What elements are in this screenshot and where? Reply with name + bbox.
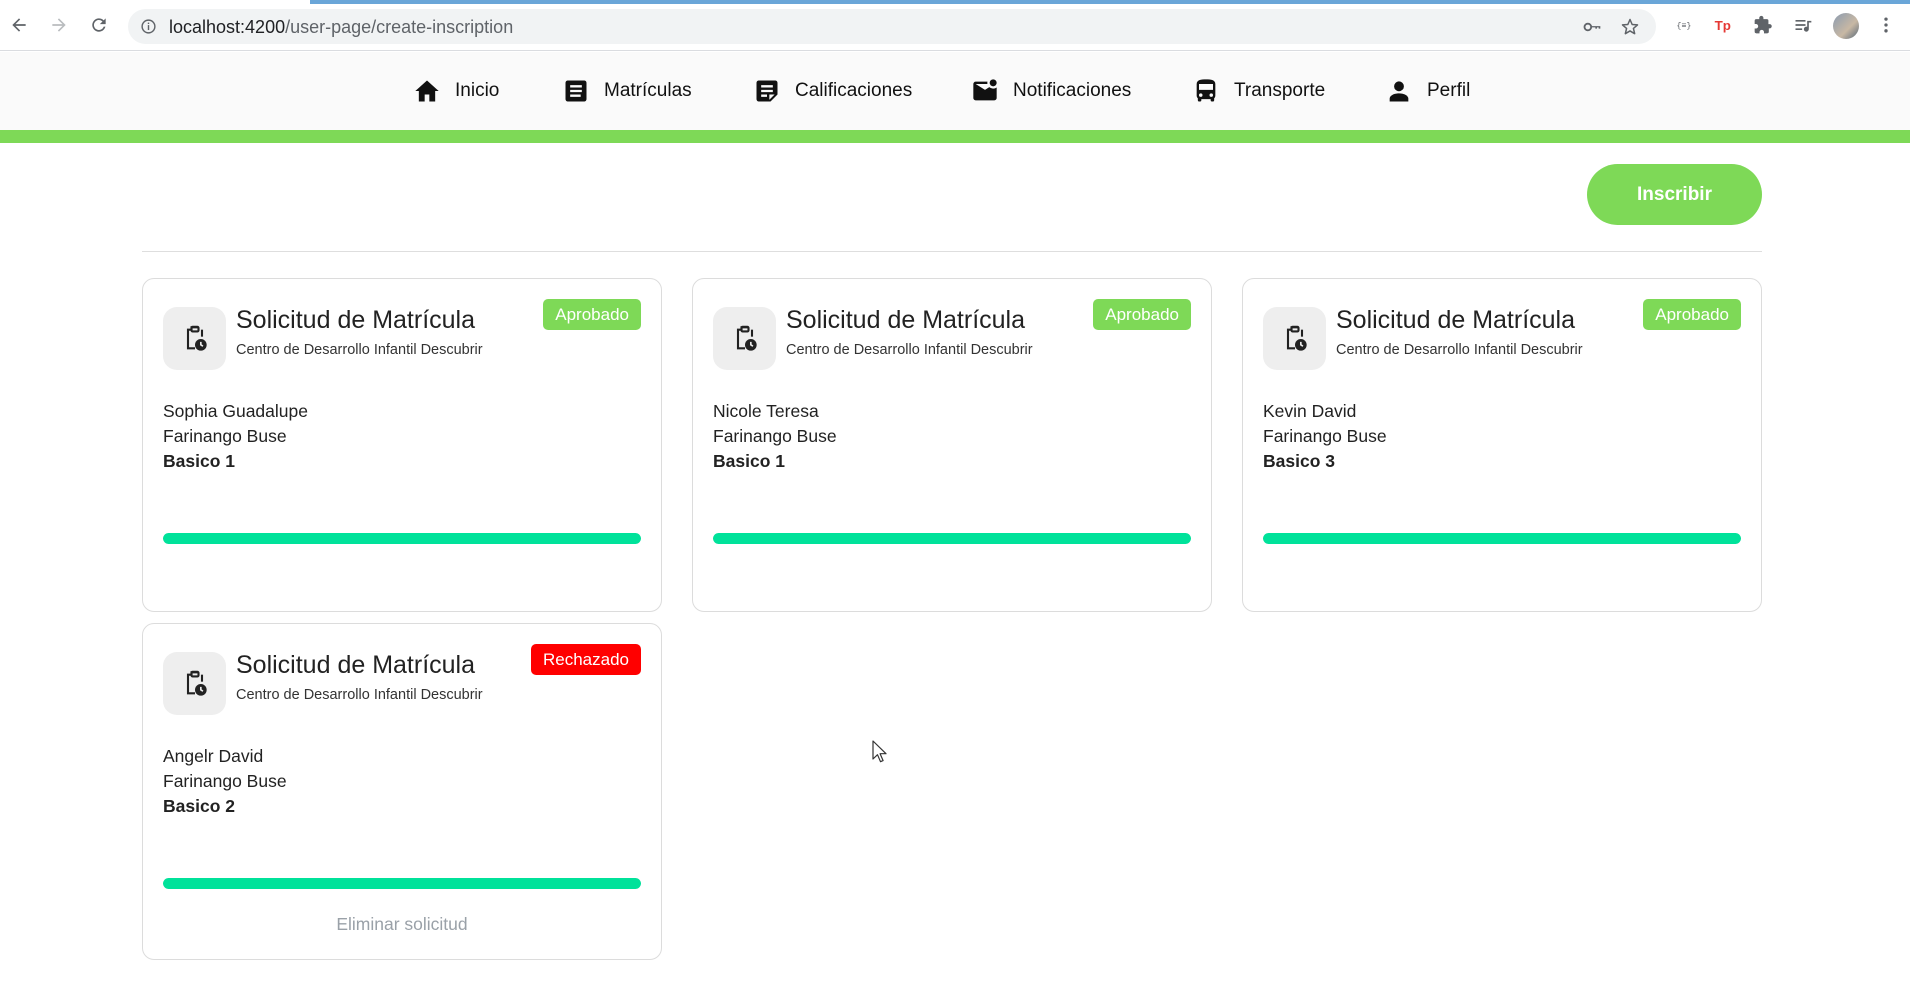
nav-item-matriculas[interactable]: Matrículas	[562, 75, 692, 107]
card-subtitle: Centro de Desarrollo Infantil Descubrir	[236, 687, 483, 703]
nav-item-label: Matrículas	[604, 80, 692, 101]
student-first-names: Sophia Guadalupe	[163, 401, 308, 421]
progress-bar	[713, 533, 1191, 544]
status-badge: Aprobado	[1643, 299, 1741, 330]
student-last-names: Farinango Buse	[163, 426, 287, 446]
card-title: Solicitud de Matrícula	[786, 306, 1026, 334]
mouse-cursor-icon	[872, 740, 887, 763]
status-badge: Aprobado	[543, 299, 641, 330]
clipboard-clock-icon	[163, 652, 226, 715]
tp-extension-icon[interactable]: Tp	[1713, 15, 1733, 35]
clipboard-clock-icon	[713, 307, 776, 370]
profile-avatar[interactable]	[1833, 13, 1859, 39]
reload-icon[interactable]	[88, 14, 110, 36]
card-subtitle: Centro de Desarrollo Infantil Descubrir	[1336, 342, 1583, 358]
address-bar[interactable]: localhost:4200/user-page/create-inscript…	[128, 9, 1656, 44]
key-icon[interactable]	[1582, 17, 1602, 37]
page-load-bar	[310, 0, 1910, 4]
media-queue-icon[interactable]	[1793, 15, 1813, 35]
inscription-card: Solicitud de Matrícula Centro de Desarro…	[1242, 278, 1762, 612]
nav-item-label: Inicio	[455, 80, 500, 101]
card-title: Solicitud de Matrícula	[1336, 306, 1576, 334]
nav-item-perfil[interactable]: Perfil	[1385, 75, 1470, 107]
nav-item-label: Notificaciones	[1013, 80, 1132, 101]
student-first-names: Angelr David	[163, 746, 264, 766]
info-icon[interactable]	[140, 18, 157, 35]
student-first-names: Nicole Teresa	[713, 401, 819, 421]
status-badge: Aprobado	[1093, 299, 1191, 330]
extensions-puzzle-icon[interactable]	[1753, 15, 1773, 35]
progress-bar	[163, 878, 641, 889]
student-level: Basico 1	[163, 451, 235, 471]
clipboard-clock-icon	[1263, 307, 1326, 370]
url-text[interactable]: localhost:4200/user-page/create-inscript…	[169, 17, 513, 38]
progress-fill	[163, 878, 641, 889]
student-last-names: Farinango Buse	[1263, 426, 1387, 446]
nav-item-notificaciones[interactable]: Notificaciones	[971, 75, 1131, 107]
mail-icon	[973, 79, 997, 101]
nav-item-calificaciones[interactable]: Calificaciones	[753, 75, 912, 107]
student-level: Basico 2	[163, 796, 235, 816]
note-icon	[756, 80, 778, 102]
progress-fill	[1263, 533, 1741, 544]
inscribir-button[interactable]: Inscribir	[1587, 164, 1762, 225]
progress-bar	[1263, 533, 1741, 544]
inscription-card: Solicitud de Matrícula Centro de Desarro…	[142, 278, 662, 612]
svg-text:Tp: Tp	[1715, 18, 1731, 33]
student-last-names: Farinango Buse	[163, 771, 287, 791]
document-icon	[565, 80, 587, 102]
student-level: Basico 1	[713, 451, 785, 471]
progress-fill	[163, 533, 641, 544]
clipboard-clock-icon	[163, 307, 226, 370]
more-menu-icon[interactable]	[1876, 15, 1896, 35]
delete-request-link[interactable]: Eliminar solicitud	[143, 914, 661, 935]
status-badge: Rechazado	[530, 644, 641, 675]
nav-item-inicio[interactable]: Inicio	[413, 75, 499, 107]
card-subtitle: Centro de Desarrollo Infantil Descubrir	[236, 342, 483, 358]
student-last-names: Farinango Buse	[713, 426, 837, 446]
nav-item-label: Calificaciones	[795, 80, 913, 101]
json-extension-icon[interactable]: {≡}	[1674, 15, 1694, 35]
svg-text:{≡}: {≡}	[1677, 21, 1692, 31]
app-navbar	[0, 52, 1910, 130]
nav-item-label: Transporte	[1234, 80, 1326, 101]
inscription-card: Solicitud de Matrícula Centro de Desarro…	[692, 278, 1212, 612]
section-divider	[142, 251, 1762, 252]
forward-icon[interactable]	[48, 14, 70, 36]
bookmark-star-icon[interactable]	[1620, 17, 1640, 37]
card-title: Solicitud de Matrícula	[236, 651, 476, 679]
student-level: Basico 3	[1263, 451, 1335, 471]
bus-icon	[1196, 79, 1216, 102]
header-accent-bar	[0, 130, 1910, 143]
back-icon[interactable]	[8, 14, 30, 36]
home-icon	[415, 80, 439, 102]
card-subtitle: Centro de Desarrollo Infantil Descubrir	[786, 342, 1033, 358]
progress-fill	[713, 533, 1191, 544]
progress-bar	[163, 533, 641, 544]
nav-item-transporte[interactable]: Transporte	[1192, 75, 1325, 107]
browser-toolbar: localhost:4200/user-page/create-inscript…	[0, 0, 1910, 51]
inscription-card: Solicitud de Matrícula Centro de Desarro…	[142, 623, 662, 960]
nav-item-label: Perfil	[1427, 80, 1471, 101]
card-title: Solicitud de Matrícula	[236, 306, 476, 334]
student-first-names: Kevin David	[1263, 401, 1357, 421]
person-icon	[1389, 81, 1409, 102]
